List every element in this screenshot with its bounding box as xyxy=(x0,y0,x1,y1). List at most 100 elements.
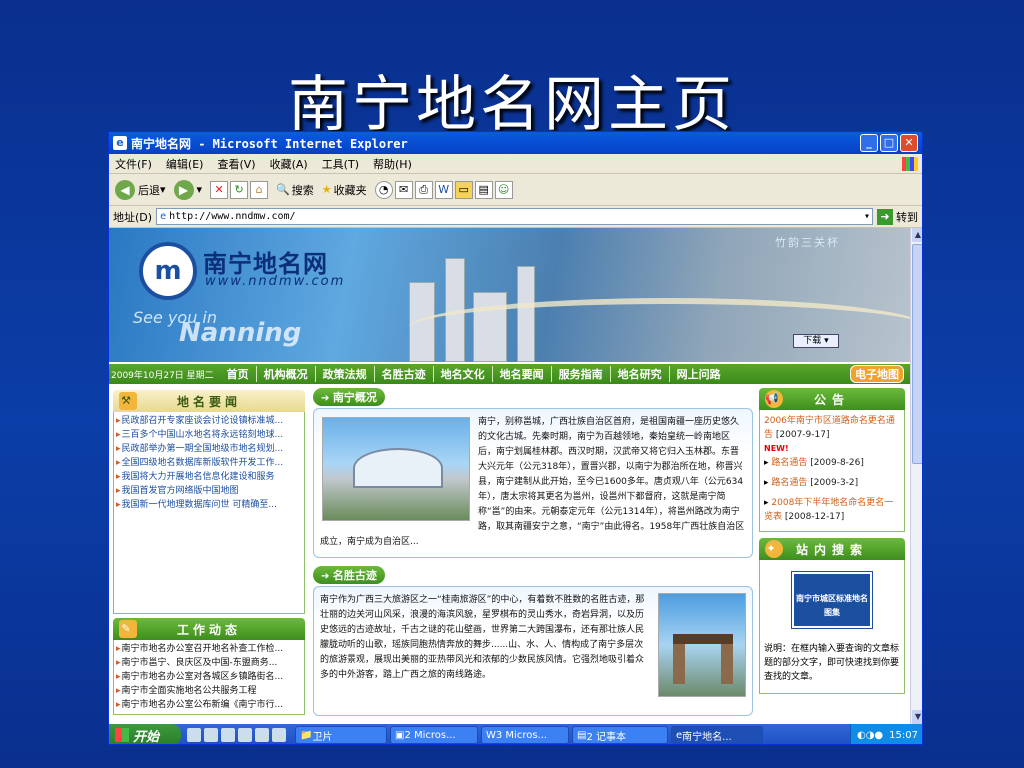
menu-view[interactable]: 查看(V) xyxy=(217,156,255,172)
middle-column: 南宁概况 南宁，别称邕城，广西壮族自治区首府，是祖国南疆一座历史悠久的文化古城。… xyxy=(313,388,753,716)
close-button[interactable]: ✕ xyxy=(900,134,918,152)
site-logo-icon[interactable]: m xyxy=(139,242,197,300)
vertical-scrollbar[interactable]: ▲ ▼ xyxy=(910,228,922,724)
task-label: 南宁地名... xyxy=(682,731,732,743)
nav-news[interactable]: 地名要闻 xyxy=(493,366,552,382)
work-link[interactable]: 南宁市邕宁、良庆区及中国-东盟商务... xyxy=(116,656,302,670)
news-list: 民政部召开专家座谈会讨论设镇标准城... 三百多个中国山水地名将永远铭刻地球..… xyxy=(113,412,305,614)
news-link[interactable]: 我国新一代地理数据库问世 可精确至... xyxy=(116,498,302,512)
nav-culture[interactable]: 地名文化 xyxy=(434,366,493,382)
work-link[interactable]: 南宁市地名办公室召开地名补查工作检... xyxy=(116,642,302,656)
forward-button[interactable]: ▶ ▾ xyxy=(173,179,202,200)
taskbar: 开始 📁 卫片 ▣ 2 Micros... W 3 Micros... ▤ 2 … xyxy=(109,724,922,744)
atlas-banner-image[interactable]: 南宁市城区标准地名图集 xyxy=(791,571,873,629)
news-link[interactable]: 我国将大力开展地名信息化建设和服务 xyxy=(116,470,302,484)
sparkle-icon: ✦ xyxy=(765,540,783,558)
quicklaunch-icon[interactable] xyxy=(255,728,269,742)
quicklaunch-icon[interactable] xyxy=(221,728,235,742)
star-icon: ★ xyxy=(321,183,332,196)
menu-favorites[interactable]: 收藏(A) xyxy=(270,156,308,172)
download-button[interactable]: 下载 ▾ xyxy=(793,334,839,348)
notice-date: [2009-8-26] xyxy=(810,458,864,468)
search-button[interactable]: 🔍 搜索 xyxy=(276,182,314,198)
back-button[interactable]: ◀ 后退 ▾ xyxy=(115,179,166,200)
scroll-thumb[interactable] xyxy=(912,244,922,464)
task-button[interactable]: ▣ 2 Micros... xyxy=(390,726,478,744)
title-bar[interactable]: e 南宁地名网 - Microsoft Internet Explorer _ … xyxy=(109,132,922,154)
nav-policies[interactable]: 政策法规 xyxy=(316,366,375,382)
menu-tools[interactable]: 工具(T) xyxy=(322,156,359,172)
messenger-icon[interactable]: ☺ xyxy=(494,180,513,199)
search-title: 站内搜索 xyxy=(795,542,868,557)
research-icon[interactable]: ▤ xyxy=(474,180,493,199)
menu-help[interactable]: 帮助(H) xyxy=(373,156,412,172)
task-button[interactable]: 📁 卫片 xyxy=(295,726,387,744)
intro-title[interactable]: 南宁概况 xyxy=(313,388,385,406)
news-link[interactable]: 全国四级地名数据库新版软件开发工作... xyxy=(116,456,302,470)
quicklaunch-icon[interactable] xyxy=(272,728,286,742)
mail-icon[interactable]: ✉ xyxy=(394,180,413,199)
address-bar: 地址(D) e http://www.nndmw.com/ ▾ ➜ 转到 xyxy=(109,206,922,228)
work-link[interactable]: 南宁市地名办公室对各城区乡镇路街名... xyxy=(116,670,302,684)
tray-icons[interactable]: ◐◑● xyxy=(857,730,883,741)
go-button[interactable]: ➜ 转到 xyxy=(877,208,918,225)
menu-file[interactable]: 文件(F) xyxy=(115,156,152,172)
minimize-button[interactable]: _ xyxy=(860,134,878,152)
nav-services[interactable]: 服务指南 xyxy=(552,366,611,382)
refresh-icon[interactable]: ↻ xyxy=(230,180,249,199)
scroll-up-icon[interactable]: ▲ xyxy=(912,228,922,242)
maximize-button[interactable]: □ xyxy=(880,134,898,152)
notice-link[interactable]: 路名通告 xyxy=(771,478,807,488)
news-link[interactable]: 民政部举办第一期全国地级市地名规划... xyxy=(116,442,302,456)
task-label: 3 Micros... xyxy=(495,729,548,741)
news-title: 地名要闻 xyxy=(176,394,241,409)
scroll-down-icon[interactable]: ▼ xyxy=(912,710,922,724)
address-dropdown-icon[interactable]: ▾ xyxy=(864,209,870,224)
work-link[interactable]: 南宁市地名办公室公布新编《南宁市行... xyxy=(116,698,302,712)
nav-scenic[interactable]: 名胜古迹 xyxy=(375,366,434,382)
browser-window: e 南宁地名网 - Microsoft Internet Explorer _ … xyxy=(108,131,923,745)
task-button[interactable]: e 南宁地名... xyxy=(671,726,763,744)
notice-item[interactable]: ▸ 2008年下半年地名命名更名一览表 [2008-12-17] xyxy=(764,496,900,524)
work-link[interactable]: 南宁市全面实施地名公共服务工程 xyxy=(116,684,302,698)
search-note: 说明：在框内输入要查询的文章标题的部分文字，即可快速找到你要查找的文章。 xyxy=(764,644,900,682)
print-icon[interactable]: ⎙ xyxy=(414,180,433,199)
quicklaunch-icon[interactable] xyxy=(238,728,252,742)
address-input[interactable]: e http://www.nndmw.com/ ▾ xyxy=(156,208,873,225)
task-button[interactable]: ▤ 2 记事本 xyxy=(572,726,668,744)
stop-icon[interactable]: ✕ xyxy=(210,180,229,199)
work-header: ✎ 工作动态 xyxy=(113,618,305,640)
notice-item[interactable]: ▸ 路名通告 [2009-8-26] xyxy=(764,456,900,470)
address-value: http://www.nndmw.com/ xyxy=(169,211,296,222)
start-button[interactable]: 开始 xyxy=(109,724,181,744)
back-label: 后退 xyxy=(138,183,160,197)
news-link[interactable]: 我国首发官方网络版中国地图 xyxy=(116,484,302,498)
notice-link[interactable]: 路名通告 xyxy=(771,458,807,468)
search-box: 南宁市城区标准地名图集 说明：在框内输入要查询的文章标题的部分文字，即可快速找到… xyxy=(759,560,905,694)
nav-organization[interactable]: 机构概况 xyxy=(257,366,316,382)
nav-research[interactable]: 地名研究 xyxy=(611,366,670,382)
nav-home[interactable]: 首页 xyxy=(220,366,257,382)
toolbar: ◀ 后退 ▾ ▶ ▾ ✕ ↻ ⌂ 🔍 搜索 ★ 收藏夹 ◔ ✉ ⎙ W ▭ ▤ … xyxy=(109,174,922,206)
notice-item[interactable]: ▸ 路名通告 [2009-3-2] xyxy=(764,476,900,490)
word-icon[interactable]: W xyxy=(434,180,453,199)
quick-launch xyxy=(187,728,289,742)
home-icon[interactable]: ⌂ xyxy=(250,180,269,199)
e-map-button[interactable]: 电子地图 xyxy=(850,365,904,383)
forward-arrow-icon: ▶ xyxy=(173,179,194,200)
site-nav: 2009年10月27日 星期二 首页 机构概况 政策法规 名胜古迹 地名文化 地… xyxy=(109,364,910,384)
quicklaunch-icon[interactable] xyxy=(187,728,201,742)
folder-icon[interactable]: ▭ xyxy=(454,180,473,199)
search-header: ✦ 站内搜索 xyxy=(759,538,905,560)
news-link[interactable]: 民政部召开专家座谈会讨论设镇标准城... xyxy=(116,414,302,428)
system-tray: ◐◑● 15:07 xyxy=(849,724,922,744)
task-button[interactable]: W 3 Micros... xyxy=(481,726,569,744)
favorites-button[interactable]: ★ 收藏夹 xyxy=(322,182,367,198)
nav-ask-way[interactable]: 网上问路 xyxy=(670,366,728,382)
scenic-title[interactable]: 名胜古迹 xyxy=(313,566,385,584)
quicklaunch-icon[interactable] xyxy=(204,728,218,742)
notice-item[interactable]: 2006年南宁市区道路命名更名通告 [2007-9-17] xyxy=(764,414,900,442)
news-link[interactable]: 三百多个中国山水地名将永远铭刻地球... xyxy=(116,428,302,442)
history-icon[interactable]: ◔ xyxy=(374,180,393,199)
menu-edit[interactable]: 编辑(E) xyxy=(166,156,204,172)
